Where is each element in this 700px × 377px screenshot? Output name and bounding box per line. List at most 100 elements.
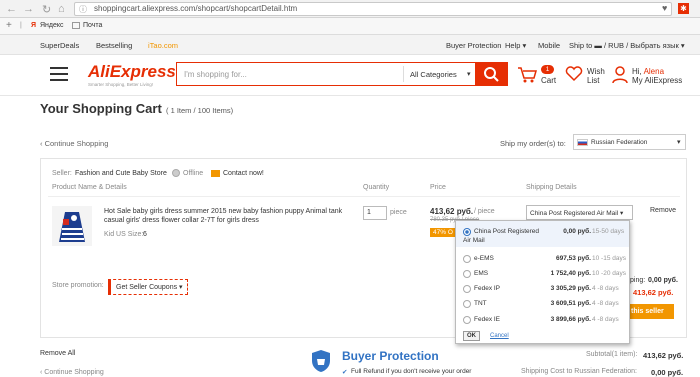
radio-ems[interactable] — [463, 270, 471, 278]
shipping-summary-value: 0,00 руб. — [648, 277, 678, 284]
chevron-down-icon: ▾ — [677, 139, 681, 146]
option-name[interactable]: EMS — [474, 270, 488, 277]
product-title-2[interactable]: casual girls' dress flower collar 2-7T f… — [104, 217, 259, 224]
col-shipping: Shipping Details — [526, 184, 577, 191]
product-thumbnail[interactable] — [52, 206, 92, 246]
my-aliexpress-link[interactable]: My AliExpress — [632, 76, 682, 85]
option-name[interactable]: Fedex IP — [474, 285, 500, 292]
seller-name[interactable]: Fashion and Cute Baby Store — [75, 170, 167, 177]
radio-e-ems[interactable] — [463, 255, 471, 263]
option-days: 10 -20 days — [592, 270, 626, 277]
continue-shopping-bottom[interactable]: ‹ Continue Shopping — [40, 369, 104, 376]
option-days: 4 -8 days — [592, 316, 619, 323]
cart-count-badge: 1 — [541, 65, 554, 74]
shipping-method-value: China Post Registered Air Mail ▾ — [530, 210, 624, 217]
option-name[interactable]: TNT — [474, 300, 487, 307]
bookmark-mail[interactable]: Почта — [83, 22, 102, 29]
radio-fedex-ie[interactable] — [463, 316, 471, 324]
item-count: ( 1 Item / 100 Items) — [166, 106, 234, 115]
contact-now-link[interactable]: Contact now! — [223, 170, 264, 177]
option-price: 3 899,66 руб. — [550, 316, 591, 323]
quantity-value: 1 — [367, 209, 371, 216]
cart-label[interactable]: Cart — [541, 76, 556, 85]
wish-label[interactable]: Wish — [587, 67, 605, 76]
option-name[interactable]: China Post Registered — [474, 228, 539, 235]
offline-label: Offline — [183, 170, 204, 177]
heart-bookmark-icon[interactable]: ♥ — [662, 3, 667, 13]
search-button[interactable] — [475, 62, 508, 86]
page-info-icon[interactable]: ⓘ — [79, 4, 87, 15]
russia-flag-icon — [577, 139, 588, 146]
divider — [0, 95, 700, 96]
heart-icon[interactable] — [565, 66, 583, 82]
shipping-cost-label: Shipping Cost to Russian Federation: — [521, 368, 637, 375]
ship-to-label: Ship my order(s) to: — [500, 139, 566, 148]
ship-to-value: Russian Federation — [591, 139, 648, 146]
back-arrow-icon[interactable]: ← — [6, 3, 17, 15]
extension-icon[interactable]: ✱ — [678, 3, 689, 14]
discount-badge: 47% O — [430, 228, 456, 237]
user-name[interactable]: Alena — [644, 67, 664, 76]
radio-tnt[interactable] — [463, 300, 471, 308]
link-superdeals[interactable]: SuperDeals — [40, 41, 79, 50]
option-name[interactable]: e-EMS — [474, 255, 494, 262]
link-buyer-protection[interactable]: Buyer Protection — [446, 41, 501, 50]
col-quantity: Quantity — [363, 184, 390, 191]
menu-icon[interactable] — [50, 67, 68, 85]
option-days: 4 -8 days — [592, 300, 619, 307]
remove-link[interactable]: Remove — [650, 207, 676, 214]
reload-icon[interactable]: ↻ — [42, 3, 51, 16]
ship-to-selector[interactable]: Ship to ▬ / RUB / Выбрать язык ▾ — [569, 41, 685, 50]
add-bookmark-icon[interactable]: + — [6, 20, 12, 31]
chevron-down-icon: ▾ — [467, 71, 471, 78]
continue-shopping-link[interactable]: ‹ Continue Shopping — [40, 139, 108, 148]
yandex-icon: Я — [31, 22, 37, 29]
link-itao[interactable]: iTao.com — [148, 41, 178, 50]
forward-arrow-icon[interactable]: → — [23, 3, 34, 15]
seller-label: Seller: — [52, 170, 72, 177]
seller-coupons-label: Get Seller Coupons ▾ — [116, 284, 183, 291]
subtotal-value: 413,62 руб. — [643, 351, 684, 360]
search-input[interactable]: I'm shopping for... — [184, 70, 247, 79]
page-title: Your Shopping Cart — [40, 101, 162, 116]
product-title-1[interactable]: Hot Sale baby girls dress summer 2015 ne… — [104, 208, 342, 215]
promotion-label: Store promotion: — [52, 282, 104, 289]
aliexpress-logo[interactable]: AliExpress — [88, 62, 176, 82]
option-price: 1 752,40 руб. — [550, 270, 591, 277]
search-icon — [484, 67, 499, 82]
option-price: 697,53 руб. — [555, 255, 591, 262]
home-icon[interactable]: ⌂ — [58, 3, 65, 15]
buyer-protection-line: Full Refund if you don't receive your or… — [351, 368, 472, 375]
option-days: 4 -8 days — [592, 285, 619, 292]
buyer-protection-title: Buyer Protection — [342, 349, 439, 363]
size-value: 6 — [143, 231, 147, 238]
remove-all-link[interactable]: Remove All — [40, 350, 75, 357]
unit-label: piece — [390, 209, 407, 216]
greeting: Hi, Alena — [632, 67, 665, 76]
radio-china-post[interactable] — [463, 228, 471, 236]
link-bestselling[interactable]: Bestselling — [96, 41, 132, 50]
store-total: 413,62 руб. — [633, 288, 674, 297]
shield-icon — [312, 350, 330, 372]
link-mobile[interactable]: Mobile — [538, 41, 560, 50]
size-label: Kid US Size: — [104, 231, 144, 238]
category-select[interactable]: All Categories — [410, 70, 457, 79]
divider — [403, 66, 404, 82]
shipping-cost-value: 0,00 руб. — [651, 368, 684, 377]
option-name[interactable]: Fedex IE — [474, 316, 500, 323]
logo-tagline: Smarter Shopping, Better Living! — [88, 82, 154, 87]
cancel-link[interactable]: Cancel — [490, 333, 509, 339]
bookmark-yandex[interactable]: Яндекс — [40, 22, 64, 29]
option-days: 10 -15 days — [592, 255, 626, 262]
cart-icon[interactable] — [517, 66, 537, 84]
user-icon[interactable] — [612, 66, 628, 84]
url-text: shoppingcart.aliexpress.com/shopcart/sho… — [94, 4, 298, 13]
option-days: 15-50 days — [592, 228, 625, 235]
ok-label: OK — [467, 333, 476, 339]
radio-fedex-ip[interactable] — [463, 285, 471, 293]
divider — [48, 196, 680, 197]
buy-from-seller-label: this seller — [631, 308, 664, 315]
list-label[interactable]: List — [587, 76, 599, 85]
offline-status-icon — [172, 169, 180, 177]
link-help[interactable]: Help ▾ — [505, 41, 526, 50]
